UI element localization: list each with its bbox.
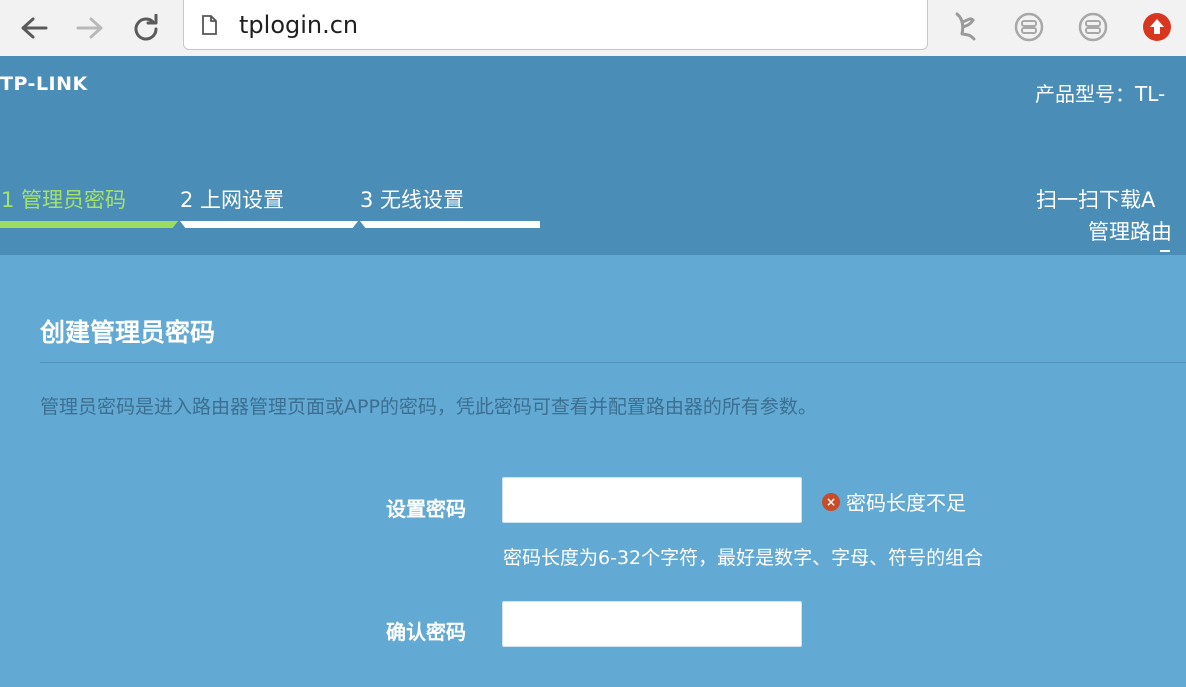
model-label: 产品型号：TL-	[1035, 82, 1166, 106]
page-title: 创建管理员密码	[40, 318, 216, 347]
app-download-text: 扫一扫下载A	[1036, 188, 1156, 212]
password-label: 设置密码	[386, 497, 466, 521]
reload-icon	[134, 14, 158, 41]
setup-steps: 1 管理员密码 2 上网设置 3 无线设置	[0, 184, 560, 230]
qr-code-edge	[1160, 246, 1170, 255]
confirm-password-label: 确认密码	[386, 620, 466, 644]
step-wireless-setup[interactable]: 3 无线设置	[360, 184, 464, 214]
step-admin-password[interactable]: 1 管理员密码	[1, 184, 126, 214]
tp-link-logo: TP-LINK	[0, 73, 88, 95]
step-progress-bar-active	[0, 221, 178, 228]
back-button[interactable]	[14, 8, 54, 48]
address-bar[interactable]: tplogin.cn	[183, 0, 928, 50]
password-hint: 密码长度为6-32个字符，最好是数字、字母、符号的组合	[503, 547, 984, 569]
browser-toolbar: tplogin.cn	[0, 0, 1186, 57]
app-manage-text: 管理路由	[1088, 220, 1172, 244]
reload-button[interactable]	[126, 8, 166, 48]
error-icon: ×	[822, 492, 840, 511]
password-error: × 密码长度不足	[822, 487, 966, 516]
forward-button[interactable]	[70, 8, 110, 48]
router-header: TP-LINK 产品型号：TL- 1 管理员密码 2 上网设置 3 无线设置 扫…	[0, 56, 1186, 255]
step-internet-setup[interactable]: 2 上网设置	[180, 184, 284, 214]
extension-icon[interactable]	[1012, 10, 1046, 44]
extension-icon[interactable]	[1076, 10, 1110, 44]
back-arrow-icon	[21, 17, 48, 39]
forward-arrow-icon	[76, 17, 103, 39]
extension-icon[interactable]	[948, 10, 982, 44]
setup-panel: 创建管理员密码 管理员密码是进入路由器管理页面或APP的密码，凭此密码可查看并配…	[0, 255, 1186, 687]
url-text[interactable]: tplogin.cn	[239, 11, 358, 39]
step-progress-bar	[180, 221, 358, 228]
divider	[40, 362, 1186, 363]
step-progress-bar	[360, 221, 540, 228]
opera-extension-icon[interactable]	[1140, 10, 1174, 44]
password-error-text: 密码长度不足	[846, 491, 966, 515]
page-icon	[201, 14, 217, 36]
password-input[interactable]	[502, 477, 802, 523]
description-text: 管理员密码是进入路由器管理页面或APP的密码，凭此密码可查看并配置路由器的所有参…	[40, 396, 817, 418]
confirm-password-input[interactable]	[502, 601, 802, 647]
